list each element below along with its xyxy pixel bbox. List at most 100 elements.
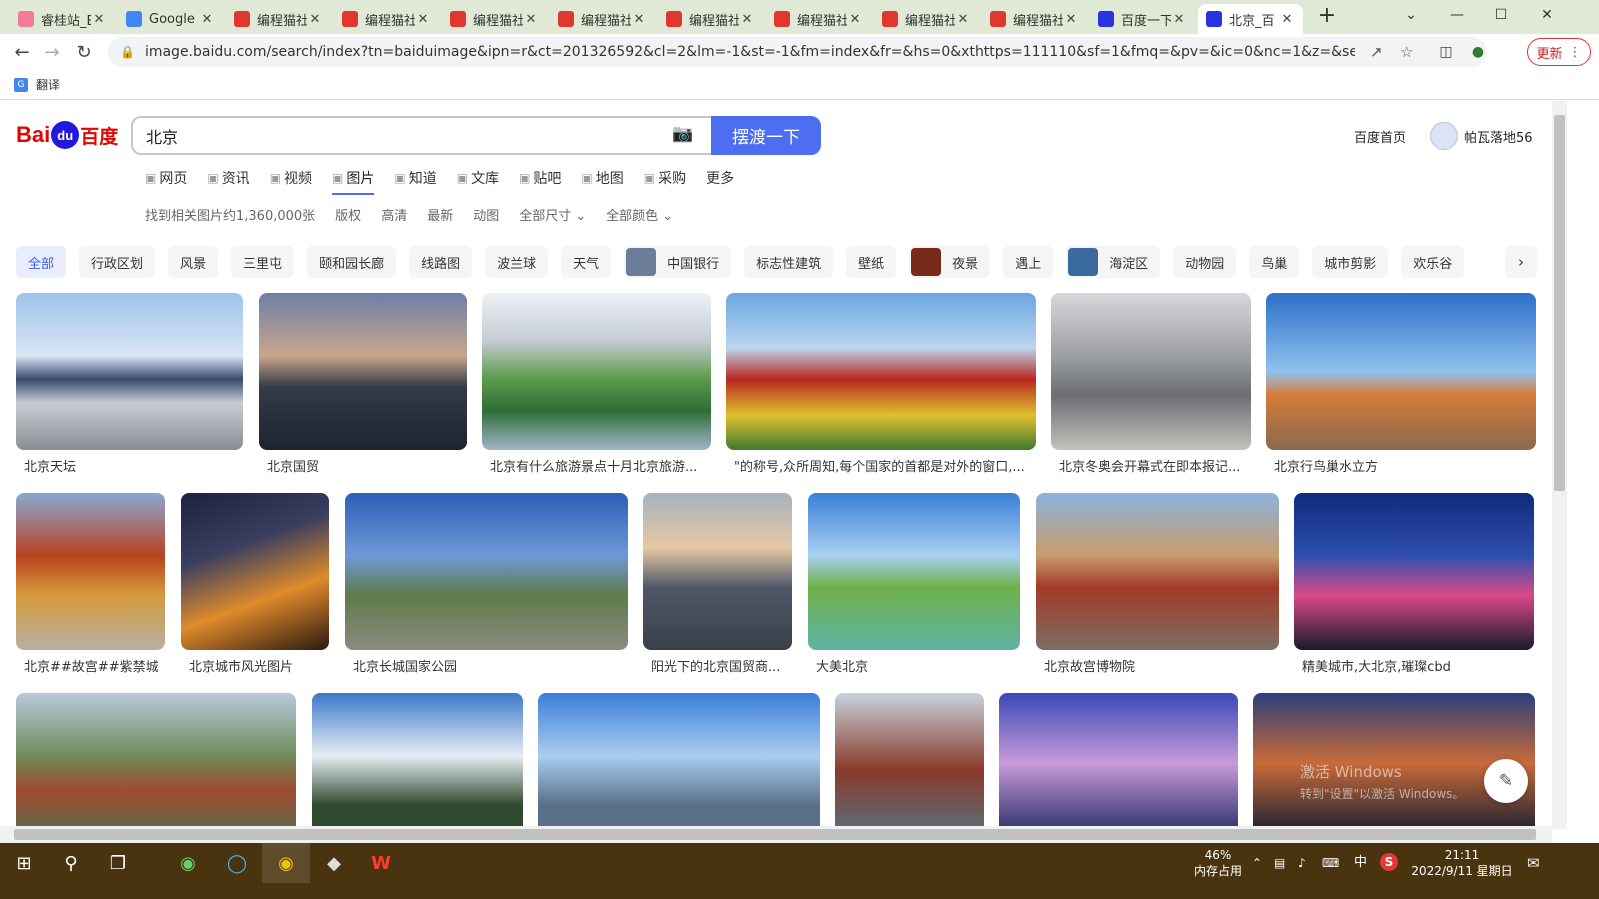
sogou-icon[interactable]: S — [1380, 853, 1398, 871]
chip[interactable]: 海淀区 — [1066, 246, 1161, 278]
search-icon[interactable]: ⚲ — [47, 843, 95, 883]
chip[interactable]: 夜景 — [909, 246, 991, 278]
tab-[interactable]: 更多 — [706, 165, 734, 191]
maximize-icon[interactable]: ☐ — [1478, 0, 1524, 30]
baidu-logo[interactable]: Bai du 百度 — [16, 119, 118, 151]
tab-question[interactable]: ▣ 知道 — [394, 165, 436, 191]
result-card[interactable]: 北京冬奥会开幕式在即本报记... — [1051, 293, 1251, 480]
tab-magnifier[interactable]: ▣ 网页 — [145, 165, 187, 191]
volume-icon[interactable]: ♪ — [1298, 855, 1306, 871]
reload-icon[interactable]: ↻ — [70, 38, 98, 66]
result-card[interactable]: 北京国贸 — [259, 293, 467, 480]
result-caption[interactable]: 北京##故宫##紫禁城 — [24, 656, 161, 675]
camera-icon[interactable]: 📷 — [672, 124, 693, 144]
browser-tab[interactable]: 编程猫社 ✕ — [874, 4, 979, 34]
result-caption[interactable]: 北京长城国家公园 — [353, 656, 624, 675]
browser-tab[interactable]: 编程猫社 ✕ — [766, 4, 871, 34]
result-caption[interactable]: 北京故宫博物院 — [1044, 656, 1275, 675]
chrome-icon[interactable]: ◉ — [262, 843, 310, 883]
new-tab-button[interactable]: + — [1304, 0, 1350, 30]
browser-tab[interactable]: 北京_百 ✕ — [1198, 4, 1303, 34]
tab-video[interactable]: ▣ 视频 — [270, 165, 312, 191]
result-image[interactable] — [1036, 493, 1279, 650]
browser-tab[interactable]: 百度一下 ✕ — [1090, 4, 1195, 34]
back-arrow-icon[interactable]: ← — [8, 38, 36, 66]
wps-icon[interactable]: W — [357, 843, 405, 883]
horizontal-scroll-thumb[interactable] — [14, 829, 1536, 840]
tab-doc[interactable]: ▣ 文库 — [457, 165, 499, 191]
chip[interactable]: 标志性建筑 — [744, 246, 834, 278]
bookmark-translate[interactable]: 翻译 — [36, 76, 60, 93]
tab-tieba[interactable]: ▣ 贴吧 — [519, 165, 561, 191]
close-icon[interactable]: ✕ — [1171, 12, 1187, 27]
window-close-icon[interactable]: ✕ — [1524, 0, 1570, 30]
close-icon[interactable]: ✕ — [739, 12, 755, 27]
minimize-icon[interactable]: — — [1434, 0, 1480, 30]
network-icon[interactable]: ▤ — [1274, 855, 1285, 871]
app-icon-q[interactable]: ◯ — [213, 843, 261, 883]
result-image[interactable] — [835, 693, 984, 826]
result-card[interactable]: 北京天坛 — [16, 293, 243, 480]
close-icon[interactable]: ✕ — [631, 12, 647, 27]
close-icon[interactable]: ✕ — [1279, 12, 1295, 27]
result-card[interactable]: 精美城市,大北京,璀璨cbd — [1294, 493, 1534, 680]
vertical-scroll-thumb[interactable] — [1554, 115, 1565, 491]
result-caption[interactable]: 精美城市,大北京,璀璨cbd — [1302, 656, 1530, 675]
chip[interactable]: 天气 — [561, 246, 612, 278]
result-image[interactable] — [259, 293, 467, 450]
username[interactable]: 帕瓦落地56 — [1464, 127, 1533, 146]
result-card[interactable]: 北京行鸟巢水立方 — [1266, 293, 1536, 480]
chip[interactable]: 遇上 — [1003, 246, 1054, 278]
filter-item[interactable]: 动图 — [473, 205, 499, 224]
result-image[interactable] — [726, 293, 1036, 450]
memory-indicator[interactable]: 46% 内存占用 — [1190, 847, 1246, 879]
result-image[interactable] — [1266, 293, 1536, 450]
result-card[interactable]: 北京##故宫##紫禁城 — [16, 493, 165, 680]
clock[interactable]: 21:11 2022/9/11 星期日 — [1406, 847, 1518, 879]
baidu-home-link[interactable]: 百度首页 — [1354, 127, 1406, 146]
result-card[interactable] — [16, 693, 296, 826]
result-caption[interactable]: 北京行鸟巢水立方 — [1274, 456, 1532, 475]
result-card[interactable]: 北京有什么旅游景点十月北京旅游... — [482, 293, 711, 480]
close-icon[interactable]: ✕ — [199, 12, 215, 27]
chip[interactable]: 城市剪影 — [1312, 246, 1389, 278]
result-image[interactable] — [312, 693, 523, 826]
pencil-icon[interactable]: ✎ — [1484, 759, 1528, 803]
chip[interactable]: 波兰球 — [485, 246, 549, 278]
chip[interactable]: 线路图 — [409, 246, 473, 278]
browser-tab[interactable]: 编程猫社 ✕ — [982, 4, 1087, 34]
horizontal-scrollbar[interactable] — [0, 826, 1552, 843]
result-caption[interactable]: 大美北京 — [816, 656, 1016, 675]
notification-icon[interactable]: ✉ — [1527, 855, 1540, 871]
result-image[interactable] — [181, 493, 329, 650]
profile-icon[interactable]: ● — [1464, 38, 1492, 66]
search-input[interactable]: 北京 — [131, 116, 711, 155]
tab-image[interactable]: ▣ 图片 — [332, 165, 375, 195]
result-card[interactable]: 阳光下的北京国贸商... — [643, 493, 792, 680]
chip[interactable]: 颐和园长廊 — [307, 246, 397, 278]
filter-item[interactable]: 最新 — [427, 205, 453, 224]
windows-start-icon[interactable]: ⊞ — [0, 843, 48, 883]
app-icon-green[interactable]: ◉ — [164, 843, 212, 883]
tab-news[interactable]: ▣ 资讯 — [207, 165, 249, 191]
update-button[interactable]: 更新 ⋮ — [1527, 38, 1591, 66]
chip[interactable]: 鸟巢 — [1249, 246, 1300, 278]
result-image[interactable] — [999, 693, 1238, 826]
result-image[interactable] — [16, 493, 165, 650]
close-icon[interactable]: ✕ — [307, 12, 323, 27]
result-card[interactable] — [999, 693, 1238, 826]
browser-tab[interactable]: 睿桂站_E ✕ — [10, 4, 115, 34]
result-card[interactable]: 北京故宫博物院 — [1036, 493, 1279, 680]
share-icon[interactable]: ↗ — [1370, 43, 1383, 61]
browser-tab[interactable]: 编程猫社 ✕ — [334, 4, 439, 34]
chip[interactable]: 动物园 — [1173, 246, 1237, 278]
close-icon[interactable]: ✕ — [523, 12, 539, 27]
browser-tab[interactable]: 编程猫社 ✕ — [550, 4, 655, 34]
sidepanel-icon[interactable]: ◫ — [1432, 38, 1460, 66]
chip[interactable]: 风景 — [168, 246, 219, 278]
result-card[interactable]: 北京城市风光图片 — [181, 493, 329, 680]
result-image[interactable] — [1253, 693, 1535, 826]
chip[interactable]: 壁纸 — [846, 246, 897, 278]
browser-tab[interactable]: 编程猫社 ✕ — [226, 4, 331, 34]
close-icon[interactable]: ✕ — [91, 12, 107, 27]
